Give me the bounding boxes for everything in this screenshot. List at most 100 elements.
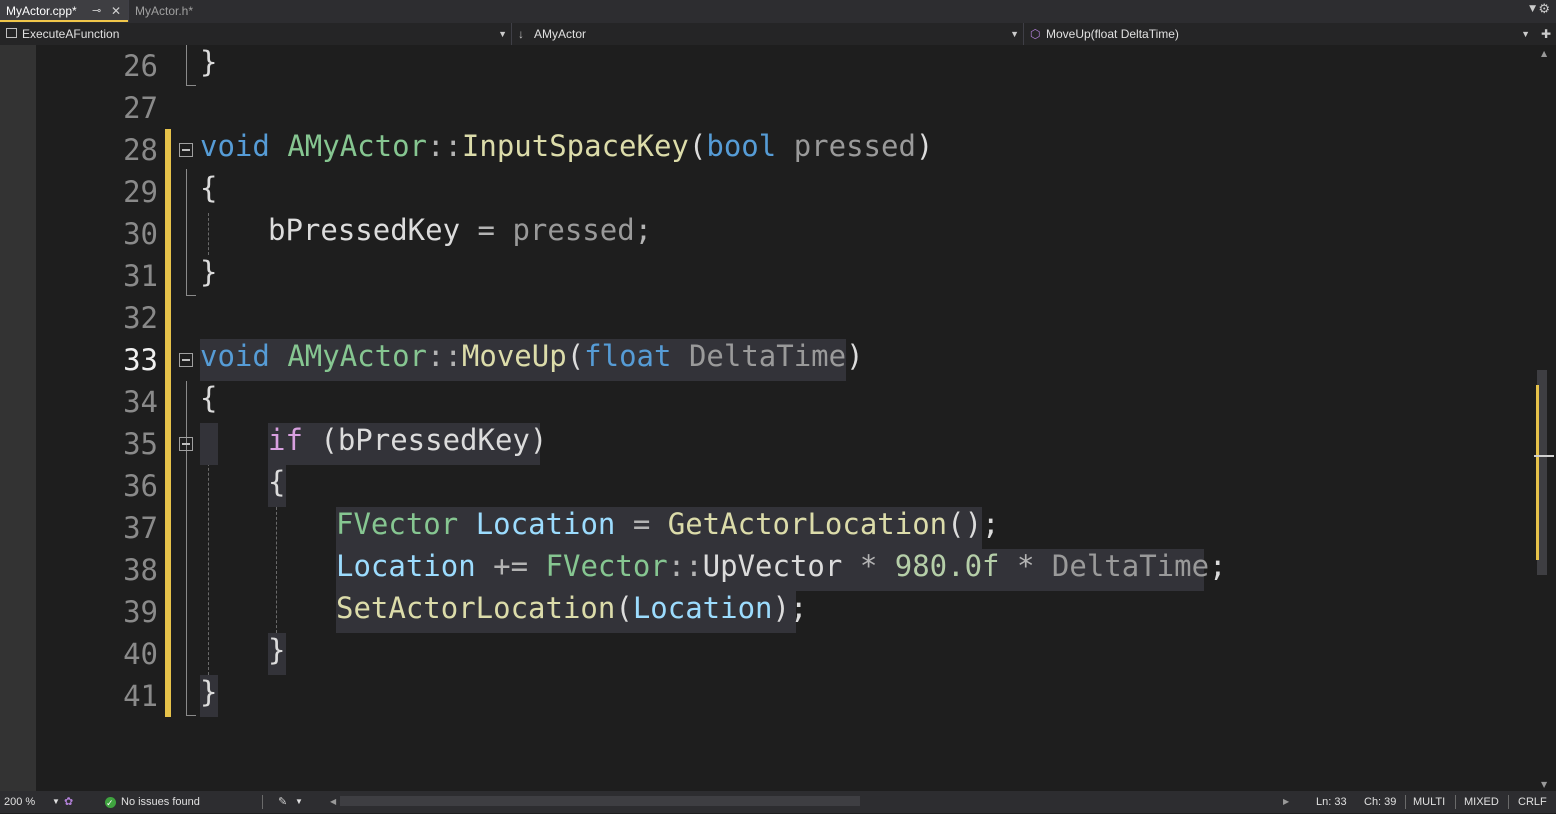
collapse-toggle-icon[interactable] [179,437,193,451]
line-number: 26 [123,49,158,83]
assign-operator: = [615,507,668,541]
semicolon: ; [1209,549,1227,583]
method-cube-icon: ⬡ [1030,27,1041,41]
split-window-icon[interactable]: ✚ [1541,27,1551,41]
code-line-37[interactable]: FVector Location = GetActorLocation(); [336,507,1000,549]
code-line-38[interactable]: Location += FVector::UpVector * 980.0f *… [336,549,1227,591]
chevron-down-icon[interactable]: ▼ [295,791,303,813]
code-line-28[interactable]: void AMyActor::InputSpaceKey(bool presse… [200,129,933,171]
tab-label: MyActor.h* [135,4,194,18]
scroll-left-arrow-icon[interactable]: ◀ [330,791,336,813]
document-tab-strip: MyActor.cpp* ⊸ ✕ MyActor.h* ▼ ⚙ [0,0,1556,23]
indentation-mode[interactable]: MIXED [1464,791,1499,813]
param-name: DeltaTime [688,339,847,373]
keyword-if: if [268,423,303,457]
brace-guide-end [186,295,196,296]
function-name: MoveUp [461,339,567,373]
opening-brace: { [200,171,218,205]
line-number: 31 [123,259,158,293]
member-dropdown[interactable]: ⬡ MoveUp(float DeltaTime) ▼ [1024,23,1534,45]
scope-name: AMyActor [534,27,587,41]
code-line-39[interactable]: SetActorLocation(Location); [336,591,807,633]
code-line-31[interactable]: } [200,255,217,297]
code-line-26[interactable]: } [200,45,217,87]
param-name: pressed [512,213,635,247]
scope-operator: :: [427,129,462,163]
brace-guide-end [186,85,196,86]
line-number: 38 [123,553,158,587]
closing-brace: } [200,675,218,709]
function-name: GetActorLocation [667,507,948,541]
selection-mode[interactable]: MULTI [1413,791,1445,813]
indent-guide [276,507,277,633]
vertical-scrollbar[interactable]: ▲ ▼ [1534,45,1556,791]
project-dropdown[interactable]: ExecuteAFunction ▼ [0,23,512,45]
chevron-down-icon: ▼ [1010,29,1019,39]
pin-icon[interactable]: ⊸ [92,0,101,22]
code-line-35[interactable]: if (bPressedKey) [268,423,547,465]
gear-icon[interactable]: ⚙ [1538,2,1550,17]
semicolon: ; [634,213,653,247]
brace-guide-end [186,715,196,716]
brace-guide [186,381,187,715]
multiply-operator: * [842,549,895,583]
line-indicator[interactable]: Ln: 33 [1316,791,1347,813]
paren: ) [915,129,934,163]
paren: ( [615,591,633,625]
zoom-level[interactable]: 200 % [4,791,35,813]
param-type: float [584,339,672,373]
indent-guide [208,213,209,255]
line-number: 41 [123,679,158,713]
scroll-down-arrow-icon[interactable]: ▼ [1541,780,1547,789]
line-number: 35 [123,427,158,461]
code-line-33[interactable]: void AMyActor::MoveUp(float DeltaTime) [200,339,864,381]
brace-guide [186,45,187,85]
chevron-down-icon[interactable]: ▼ [52,791,60,813]
code-line-30[interactable]: bPressedKey = pressed; [268,213,652,255]
column-indicator[interactable]: Ch: 39 [1364,791,1396,813]
change-marker [1536,385,1539,560]
local-variable: Location [475,507,616,541]
line-ending[interactable]: CRLF [1518,791,1547,813]
member-variable: bPressedKey [268,213,461,247]
indicator-margin [0,45,36,791]
scope-dropdown[interactable]: ↓ AMyActor ▼ [512,23,1024,45]
highlight [200,423,218,465]
collapse-toggle-icon[interactable] [179,143,193,157]
code-line-36[interactable]: { [268,465,285,507]
code-line-34[interactable]: { [200,381,217,423]
tab-overflow-dropdown-icon[interactable]: ▼ [1529,4,1536,14]
line-number: 37 [123,511,158,545]
horizontal-scrollbar-thumb[interactable] [340,796,860,806]
project-icon [6,28,17,38]
line-number-current: 33 [123,343,158,377]
copilot-icon[interactable]: ✿ [64,791,73,813]
line-number: 27 [123,91,158,125]
collapse-toggle-icon[interactable] [179,353,193,367]
function-name: SetActorLocation [336,591,616,625]
code-line-29[interactable]: { [200,171,217,213]
code-cleanup-brush-icon[interactable]: ✎ [278,791,287,813]
code-line-40[interactable]: } [268,633,285,675]
issues-status[interactable]: No issues found [121,791,200,813]
close-icon[interactable]: ✕ [111,0,121,22]
divider [1455,795,1456,809]
condition: (bPressedKey) [302,423,548,457]
opening-brace: { [200,381,218,415]
divider [262,795,263,809]
line-number: 36 [123,469,158,503]
closing-brace: } [200,255,218,289]
local-variable: Location [336,549,476,583]
project-name: ExecuteAFunction [22,27,120,41]
tab-label: MyActor.cpp* [6,4,77,18]
code-line-41[interactable]: } [200,675,217,717]
line-number: 34 [123,385,158,419]
line-number: 28 [123,133,158,167]
scroll-up-arrow-icon[interactable]: ▲ [1541,49,1547,58]
tab-myactor-cpp[interactable]: MyActor.cpp* ⊸ ✕ [0,0,128,22]
tab-myactor-h[interactable]: MyActor.h* [128,0,238,22]
scroll-right-arrow-icon[interactable]: ▶ [1283,791,1289,813]
chevron-down-icon: ▼ [498,29,507,39]
code-editor[interactable]: 26 27 28 29 30 31 32 33 34 35 36 37 38 3… [0,45,1556,791]
line-number: 29 [123,175,158,209]
